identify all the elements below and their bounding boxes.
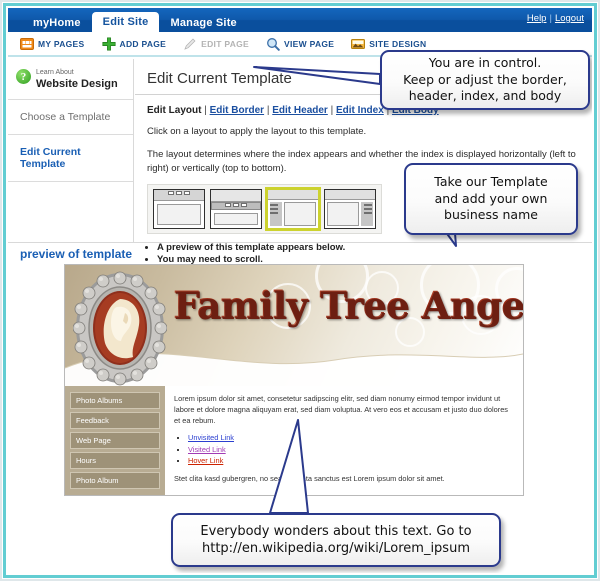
- toolbar-site-design-label: SITE DESIGN: [369, 38, 427, 49]
- breadcrumb-link-edit-border[interactable]: Edit Border: [210, 105, 264, 116]
- magnifier-icon: [266, 37, 280, 51]
- cameo-brooch-image: [73, 271, 167, 386]
- template-body: Photo Albums Feedback Web Page Hours Pho…: [65, 386, 523, 495]
- learn-about-caption: Learn About: [36, 69, 74, 76]
- main-tabs: myHome Edit Site Manage Site: [22, 12, 248, 34]
- toolbar-view-page[interactable]: VIEW PAGE: [266, 37, 334, 51]
- toolbar-add-page-label: ADD PAGE: [119, 38, 167, 49]
- callout-lorem-ipsum-line1: Everybody wonders about this text. Go to: [200, 523, 472, 539]
- toolbar-my-pages-label: MY PAGES: [38, 38, 85, 49]
- callout-controls: You are in control. Keep or adjust the b…: [380, 50, 590, 110]
- toolbar-edit-page-label: EDIT PAGE: [201, 38, 250, 49]
- sidebar-item-edit-current-template[interactable]: Edit Current Template: [8, 135, 133, 183]
- palette-image-icon: [351, 37, 366, 51]
- toolbar-add-page[interactable]: ADD PAGE: [101, 36, 167, 51]
- learn-about-block: ? Learn About Website Design: [8, 59, 133, 101]
- callout-controls-line1: You are in control.: [428, 55, 542, 71]
- help-link[interactable]: Help: [527, 13, 547, 24]
- breadcrumb-link-edit-index[interactable]: Edit Index: [336, 105, 384, 116]
- callout-lorem-ipsum-line2: http://en.wikipedia.org/wiki/Lorem_ipsum: [202, 541, 470, 556]
- learn-about-topic: Website Design: [36, 77, 118, 90]
- pages-grid-icon: [20, 37, 34, 51]
- application-window: myHome Edit Site Manage Site Help | Logout…: [0, 0, 600, 581]
- breadcrumb-separator-1: |: [204, 105, 207, 116]
- callout-controls-line2: Keep or adjust the border,: [403, 71, 567, 87]
- breadcrumb-separator-2: |: [266, 105, 270, 116]
- tab-edit-site[interactable]: Edit Site: [91, 12, 160, 34]
- breadcrumb-link-edit-header[interactable]: Edit Header: [272, 105, 328, 116]
- preview-note-item: A preview of this template appears below…: [157, 242, 592, 253]
- account-links: Help | Logout: [527, 13, 584, 24]
- template-link-item: Unvisited Link: [188, 432, 515, 443]
- tab-manage-site-label: Manage Site: [170, 17, 237, 29]
- pencil-icon: [183, 37, 197, 51]
- template-menu-item[interactable]: Web Page: [70, 432, 160, 449]
- links-separator: |: [549, 13, 552, 24]
- window-frame-inner: myHome Edit Site Manage Site Help | Logout…: [7, 7, 593, 574]
- tab-edit-site-label: Edit Site: [102, 16, 149, 28]
- template-menu-item[interactable]: Photo Albums: [70, 392, 160, 409]
- toolbar-view-page-label: VIEW PAGE: [284, 38, 335, 49]
- template-main-content: Lorem ipsum dolor sit amet, consetetur s…: [165, 386, 523, 495]
- template-link-item: Visited Link: [188, 444, 515, 455]
- layout-option-left-vertical-index[interactable]: [265, 187, 321, 232]
- breadcrumb-current: Edit Layout: [147, 105, 202, 116]
- template-paragraph-1: Lorem ipsum dolor sit amet, consetetur s…: [174, 394, 509, 426]
- template-link-hover[interactable]: Hover Link: [188, 456, 223, 465]
- sidebar-item-choose-a-template[interactable]: Choose a Template: [8, 100, 133, 136]
- tab-myhome-label: myHome: [33, 17, 81, 29]
- question-mark-icon[interactable]: ?: [16, 69, 31, 84]
- left-sidebar: ? Learn About Website Design Choose a Te…: [8, 59, 134, 243]
- tab-manage-site[interactable]: Manage Site: [159, 13, 247, 34]
- layout-option-top-horizontal-index[interactable]: [153, 189, 205, 230]
- plus-icon: [101, 36, 116, 51]
- layout-option-right-vertical-index[interactable]: [324, 189, 376, 230]
- section-divider: [8, 242, 592, 243]
- toolbar-edit-page[interactable]: EDIT PAGE: [183, 37, 249, 51]
- top-navigation-bar: myHome Edit Site Manage Site Help | Logout: [8, 8, 592, 34]
- toolbar-site-design[interactable]: SITE DESIGN: [351, 37, 426, 51]
- template-link-visited[interactable]: Visited Link: [188, 445, 226, 454]
- tab-myhome[interactable]: myHome: [22, 13, 92, 34]
- sidebar-item-choose-a-template-label: Choose a Template: [20, 111, 111, 124]
- instruction-text: Click on a layout to apply the layout to…: [147, 126, 367, 137]
- template-menu-item[interactable]: Feedback: [70, 412, 160, 429]
- template-menu-item[interactable]: Hours: [70, 452, 160, 469]
- callout-template-name-line3: business name: [444, 207, 538, 223]
- preview-section-label: preview of template: [20, 247, 133, 261]
- page-body: ? Learn About Website Design Choose a Te…: [8, 59, 592, 573]
- template-banner: Family Tree Angels: [65, 265, 523, 386]
- template-link-item: Hover Link: [188, 455, 515, 466]
- sidebar-item-edit-current-template-label: Edit Current Template: [20, 146, 81, 171]
- layout-picker: [147, 184, 382, 235]
- template-index-menu: Photo Albums Feedback Web Page Hours Pho…: [65, 386, 165, 495]
- banner-title: Family Tree Angels: [173, 283, 523, 327]
- callout-template-name-line2: and add your own: [434, 190, 548, 206]
- callout-controls-line3: header, index, and body: [408, 88, 562, 104]
- callout-template-name-line1: Take our Template: [434, 174, 548, 190]
- callout-template-name: Take our Template and add your own busin…: [404, 163, 578, 235]
- layout-option-below-header-horizontal-index[interactable]: [210, 189, 262, 230]
- template-paragraph-2: Stet clita kasd gubergren, no sea takima…: [174, 473, 445, 483]
- breadcrumb-separator-3: |: [330, 105, 334, 116]
- template-preview: Family Tree Angels Photo Albums Feedback…: [64, 264, 524, 496]
- logout-link[interactable]: Logout: [555, 13, 584, 24]
- template-link-unvisited[interactable]: Unvisited Link: [188, 433, 234, 442]
- callout-lorem-ipsum: Everybody wonders about this text. Go to…: [171, 513, 501, 567]
- template-link-list: Unvisited Link Visited Link Hover Link: [178, 432, 515, 466]
- template-menu-item[interactable]: Photo Album: [70, 472, 160, 489]
- preview-notes: A preview of this template appears below…: [157, 242, 592, 265]
- toolbar-my-pages[interactable]: MY PAGES: [20, 37, 85, 51]
